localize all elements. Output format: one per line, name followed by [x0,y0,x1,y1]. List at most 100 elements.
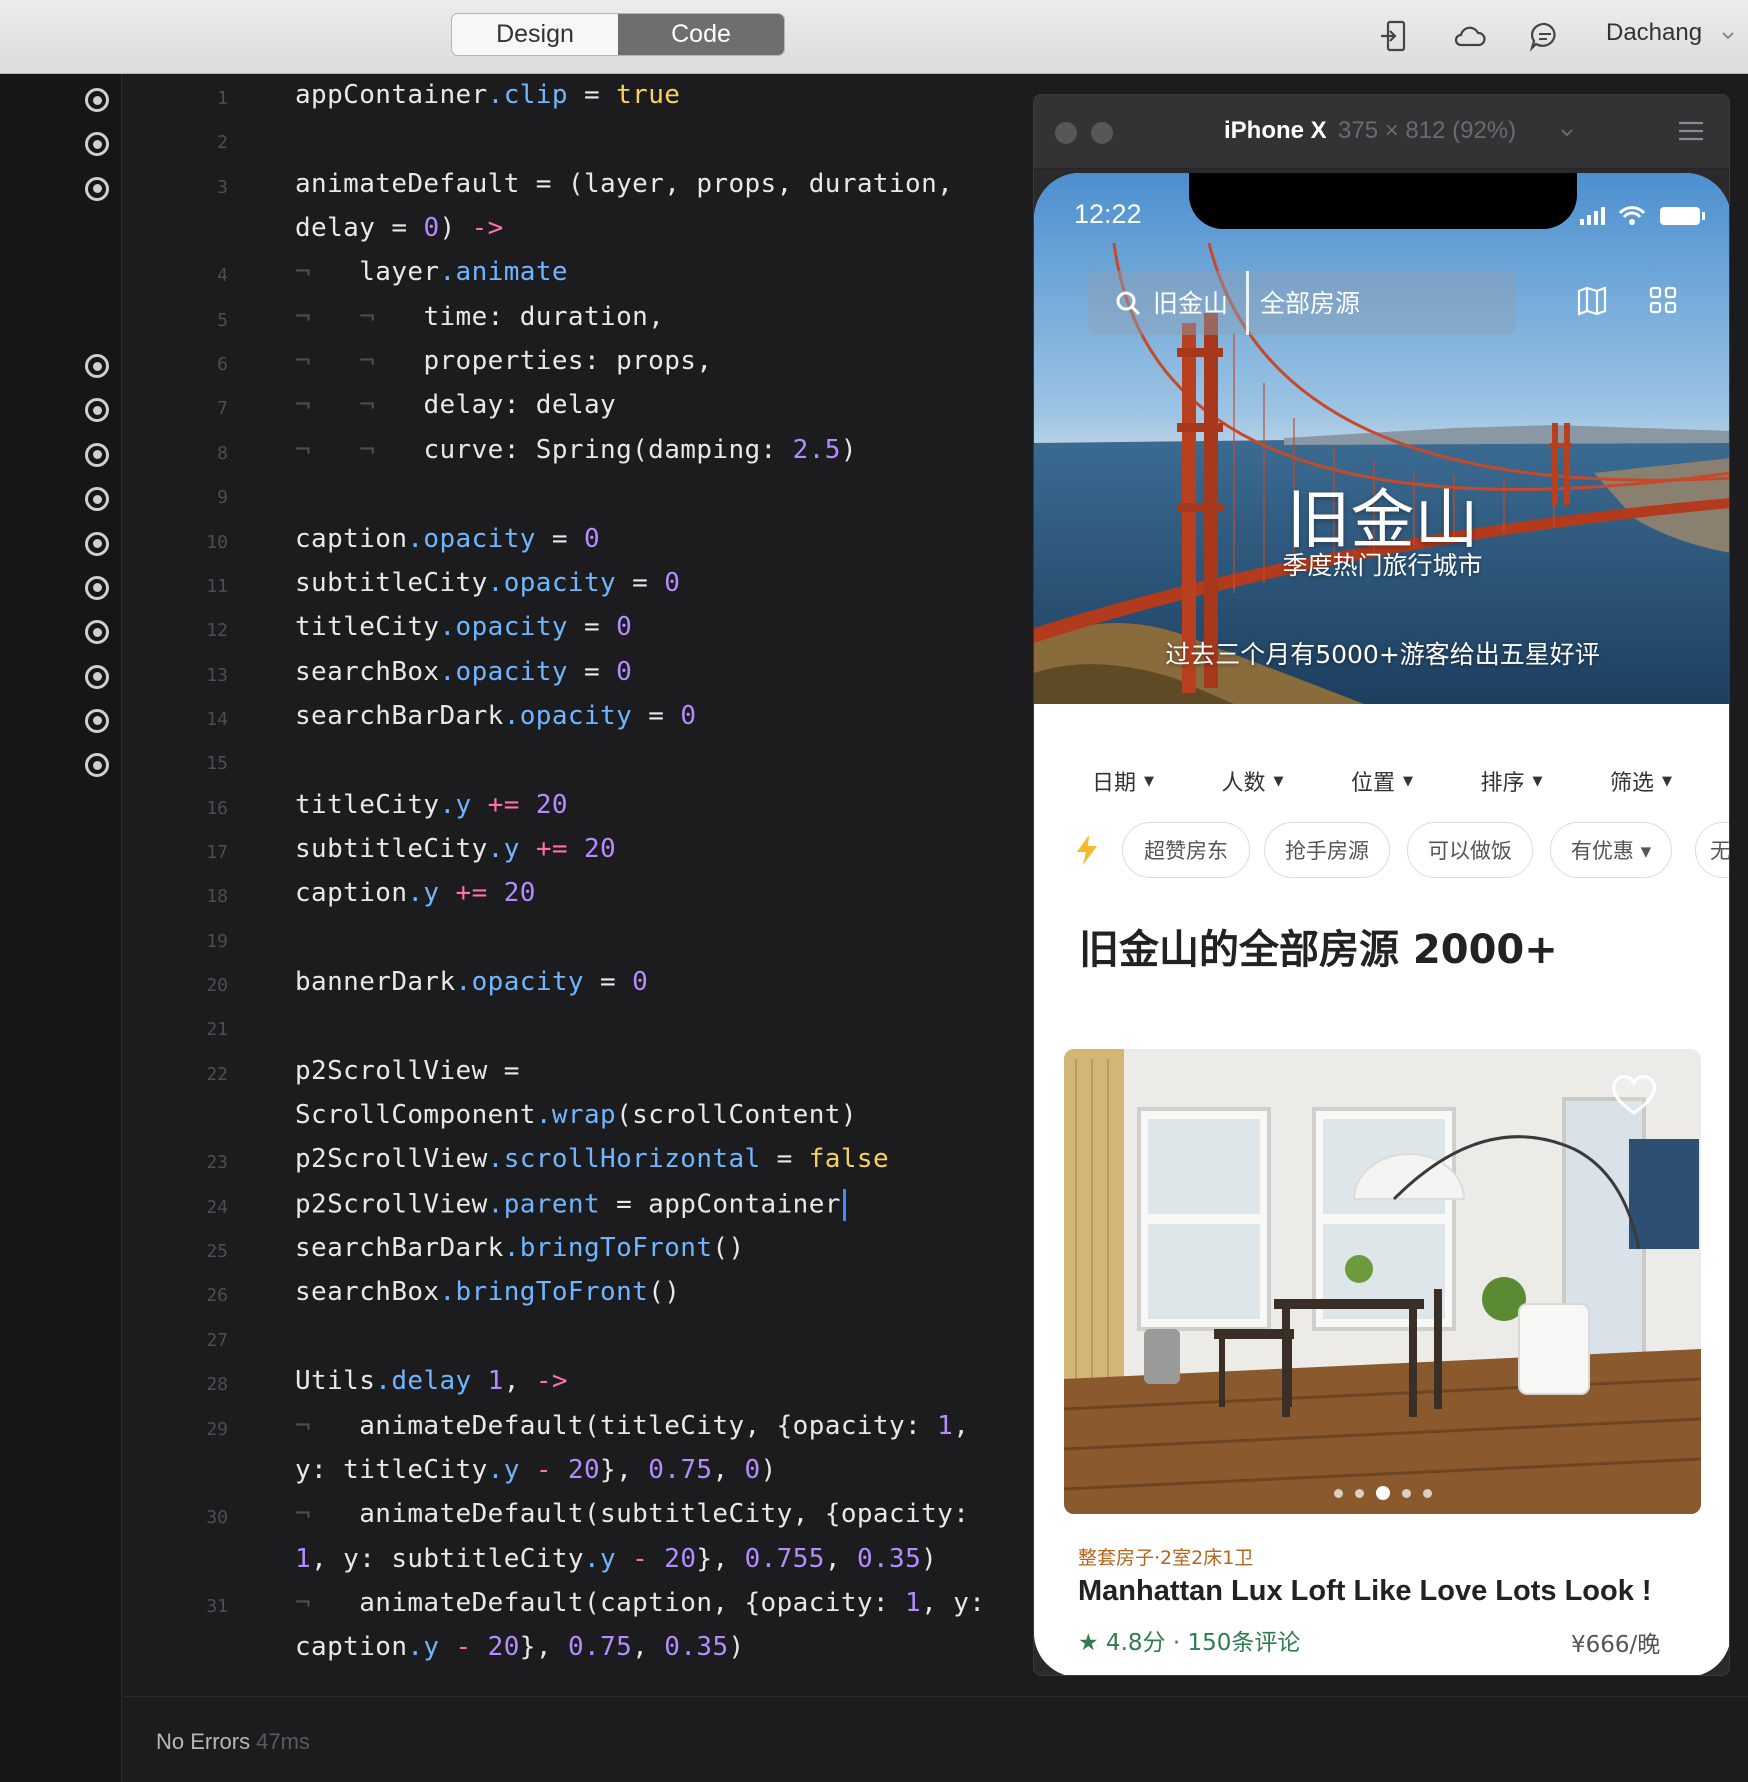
code-token: .delay [375,1366,472,1397]
breakpoint-marker[interactable] [85,708,109,733]
listing-photo[interactable] [1064,1049,1701,1514]
filter-dropdown[interactable]: 人数 ▼ [1191,761,1313,801]
pagination-dot[interactable] [1422,1488,1432,1498]
line-number: 31 [206,1595,228,1617]
code-line[interactable]: 31 ¬ animateDefault(caption, {opacity: 1,… [123,1584,1033,1628]
filter-chip[interactable]: 无 [1695,822,1729,878]
filter-chip[interactable]: 超赞房东 [1122,822,1250,878]
breakpoint-marker[interactable] [85,664,109,689]
breakpoint-marker[interactable] [85,88,109,112]
code-token: .opacity [439,612,568,643]
code-line[interactable]: delay = 0) -> [123,209,1033,253]
breakpoint-marker[interactable] [85,132,109,157]
filter-dropdown[interactable]: 筛选 ▼ [1580,761,1702,801]
code-line[interactable]: 6 ¬ ¬ properties: props, [123,342,1033,386]
code-line[interactable]: 16 titleCity.y += 20 [123,786,1033,830]
search-all-listings[interactable]: 全部房源 [1260,284,1360,320]
line-number: 12 [206,620,228,642]
device-preview-icon[interactable] [1377,18,1413,54]
design-tab[interactable]: Design [452,14,618,55]
code-line[interactable]: 17 subtitleCity.y += 20 [123,830,1033,874]
breakpoint-marker[interactable] [85,575,109,600]
photo-pagination[interactable] [1064,1485,1701,1501]
code-line[interactable]: 2 [123,120,1033,164]
cloud-icon[interactable] [1452,18,1488,54]
code-line[interactable]: 30 ¬ animateDefault(subtitleCity, {opacit… [123,1495,1033,1539]
code-line[interactable]: 25 searchBarDark.bringToFront() [123,1229,1033,1273]
pagination-dot[interactable] [1375,1486,1390,1500]
map-icon[interactable] [1576,285,1608,317]
code-line[interactable]: 20 bannerDark.opacity = 0 [123,963,1033,1007]
code-line[interactable]: 18 caption.y += 20 [123,874,1033,918]
code-line[interactable]: 14 searchBarDark.opacity = 0 [123,697,1033,741]
code-line[interactable]: 24 p2ScrollView.parent = appContainer [123,1185,1033,1229]
filter-chip[interactable]: 有优惠 ▾ [1550,822,1672,878]
breakpoint-marker[interactable] [85,176,109,201]
grid-icon[interactable] [1648,285,1678,315]
code-line[interactable]: 3 animateDefault = (layer, props, duratio… [123,165,1033,209]
user-menu[interactable]: Dachang [1606,19,1702,47]
code-line[interactable]: 8 ¬ ¬ curve: Spring(damping: 2.5) [123,431,1033,475]
code-editor[interactable]: 1 appContainer.clip = true 2 3 animateDefaul… [123,74,1033,1696]
pagination-dot[interactable] [1333,1488,1343,1498]
window-minimize-button[interactable] [1091,122,1113,144]
line-number: 20 [206,975,228,996]
code-line[interactable]: 5 ¬ ¬ time: duration, [123,298,1033,342]
breakpoint-marker[interactable] [85,354,109,379]
breakpoint-marker[interactable] [85,531,109,556]
search-city[interactable]: 旧金山 [1153,284,1228,320]
code-line[interactable]: 13 searchBox.opacity = 0 [123,653,1033,697]
code-tab[interactable]: Code [618,14,784,55]
code-line[interactable]: 19 [123,919,1033,963]
status-time: 12:22 [1074,199,1142,229]
pagination-dot[interactable] [1401,1488,1411,1498]
code-line[interactable]: 7 ¬ ¬ delay: delay [123,386,1033,430]
hero-banner: 12:22 旧金山 全部房源 旧金山 季度热门旅行城市 过去三个月有5000+游… [1034,173,1729,704]
hamburger-menu-icon[interactable] [1678,120,1704,142]
pagination-dot[interactable] [1354,1488,1364,1498]
code-line[interactable]: 15 [123,741,1033,785]
breakpoint-marker[interactable] [85,753,109,778]
code-line[interactable]: ScrollComponent.wrap(scrollContent) [123,1096,1033,1140]
code-line[interactable]: caption.y - 20}, 0.75, 0.35) [123,1628,1033,1672]
code-line[interactable]: 23 p2ScrollView.scrollHorizontal = false [123,1140,1033,1184]
device-name[interactable]: iPhone X [1224,117,1327,145]
code-token: 0.75 [648,1454,713,1485]
search-bar[interactable]: 旧金山 全部房源 [1088,271,1516,335]
filter-dropdown[interactable]: 日期 ▼ [1062,761,1184,801]
filter-dropdown[interactable]: 排序 ▼ [1450,761,1572,801]
code-line[interactable]: 11 subtitleCity.opacity = 0 [123,564,1033,608]
breakpoint-marker[interactable] [85,442,109,467]
listing-name[interactable]: Manhattan Lux Loft Like Love Lots Look ! [1078,1575,1652,1608]
code-line[interactable]: 29 ¬ animateDefault(titleCity, {opacity: … [123,1407,1033,1451]
device-size[interactable]: 375 × 812 (92%) [1338,117,1516,145]
chevron-down-icon[interactable] [1718,25,1738,45]
code-token: p2ScrollView [295,1189,488,1220]
code-token: 20 [535,789,568,820]
code-line[interactable]: 21 [123,1007,1033,1051]
code-line[interactable]: 1 appContainer.clip = true [123,76,1033,120]
code-line[interactable]: 27 [123,1318,1033,1362]
code-line[interactable]: 22 p2ScrollView = [123,1052,1033,1096]
filter-chip[interactable]: 抢手房源 [1264,822,1390,878]
window-close-button[interactable] [1055,122,1077,144]
chevron-down-icon[interactable] [1558,123,1576,141]
code-line[interactable]: 12 titleCity.opacity = 0 [123,608,1033,652]
breakpoint-marker[interactable] [85,398,109,423]
filter-chip[interactable]: 可以做饭 [1407,822,1533,878]
code-line[interactable]: 26 searchBox.bringToFront() [123,1273,1033,1317]
code-line[interactable]: 9 [123,475,1033,519]
breakpoint-marker[interactable] [85,487,109,512]
filter-dropdown[interactable]: 位置 ▼ [1321,761,1443,801]
code-line[interactable]: y: titleCity.y - 20}, 0.75, 0) [123,1451,1033,1495]
code-line[interactable]: 10 caption.opacity = 0 [123,520,1033,564]
code-line[interactable]: 4 ¬ layer.animate [123,253,1033,297]
breakpoint-marker[interactable] [85,620,109,645]
favorite-heart-icon[interactable] [1609,1071,1659,1117]
comment-icon[interactable] [1527,18,1563,54]
code-line[interactable]: 28 Utils.delay 1, -> [123,1362,1033,1406]
code-token: layer [359,257,440,288]
code-line[interactable]: 1, y: subtitleCity.y - 20}, 0.755, 0.35) [123,1540,1033,1584]
code-token: bannerDark [295,967,456,997]
